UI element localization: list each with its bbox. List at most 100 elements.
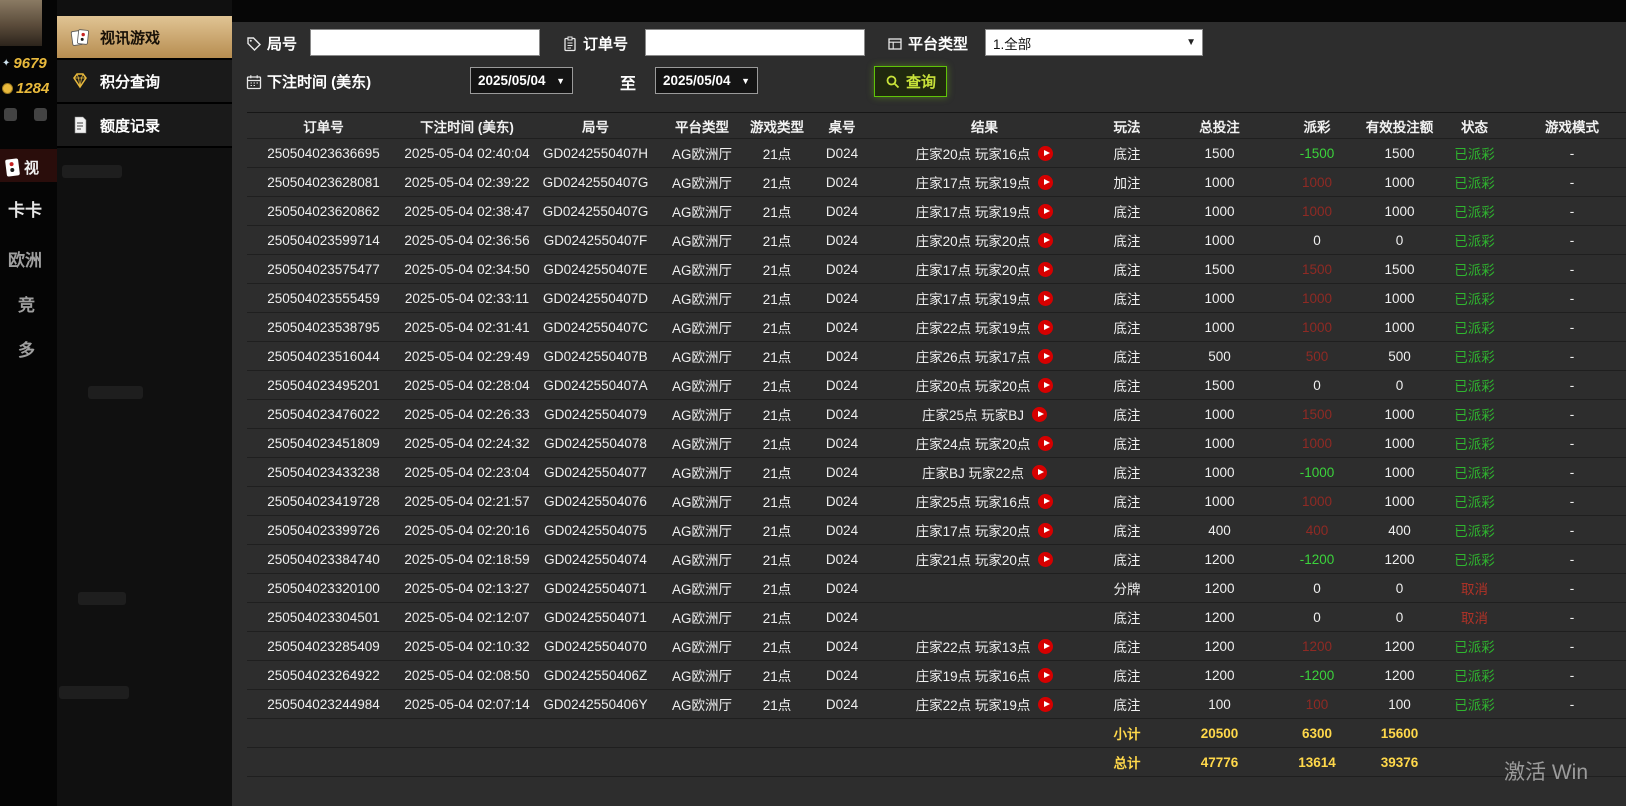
play-video-icon[interactable] [1038, 493, 1054, 509]
cell-game-mode: - [1569, 377, 1575, 393]
play-video-icon[interactable] [1038, 261, 1054, 277]
cell-bet-time: 2025-05-04 02:18:59 [404, 551, 530, 567]
round-no-input[interactable] [310, 29, 540, 56]
table-row: 250504023399726 2025-05-04 02:20:16 GD02… [247, 516, 1626, 545]
cell-game-type: 21点 [762, 669, 792, 684]
cell-status: 已派彩 [1454, 292, 1495, 307]
play-video-icon[interactable] [1038, 435, 1054, 451]
cell-total-bet: 1200 [1204, 551, 1235, 567]
platform-list-icon [888, 37, 902, 50]
round-no-label-group: 局号 [246, 33, 297, 54]
play-video-icon[interactable] [1038, 696, 1054, 712]
play-video-icon[interactable] [1038, 232, 1054, 248]
search-button-label: 查询 [906, 74, 937, 91]
cell-status: 已派彩 [1454, 408, 1495, 423]
cell-table-no: D024 [825, 696, 859, 712]
subtotal-payout: 6300 [1301, 725, 1333, 741]
play-video-icon[interactable] [1038, 174, 1054, 190]
play-video-icon[interactable] [1038, 319, 1054, 335]
cell-game-type: 21点 [762, 408, 792, 423]
sidebar-item-points-query[interactable]: 积分查询 [57, 60, 232, 104]
cell-total-bet: 1500 [1204, 145, 1235, 161]
play-video-icon[interactable] [1038, 377, 1054, 393]
cell-order-no: 250504023575477 [267, 261, 380, 277]
cell-table-no: D024 [825, 145, 859, 161]
table-row: 250504023433238 2025-05-04 02:23:04 GD02… [247, 458, 1626, 487]
play-video-icon[interactable] [1038, 203, 1054, 219]
play-video-icon[interactable] [1038, 551, 1054, 567]
cell-play-type: 底注 [1113, 495, 1141, 510]
lobby-mini-icon [34, 108, 47, 121]
cell-order-no: 250504023304501 [267, 609, 380, 625]
cell-status: 已派彩 [1454, 234, 1495, 249]
lobby-mini-icon [4, 108, 17, 121]
play-video-icon[interactable] [1038, 667, 1054, 683]
header-play-type: 玩法 [1113, 119, 1141, 135]
cell-status: 已派彩 [1454, 205, 1495, 220]
play-video-icon[interactable] [1038, 522, 1054, 538]
cell-game-type: 21点 [762, 437, 792, 452]
cell-round-no: GD02425504071 [544, 609, 647, 625]
sidebar-item-video-games[interactable]: 视讯游戏 [57, 16, 232, 60]
cell-order-no: 250504023384740 [267, 551, 380, 567]
cell-play-type: 底注 [1113, 321, 1141, 336]
table-row: 250504023495201 2025-05-04 02:28:04 GD02… [247, 371, 1626, 400]
table-row: 250504023285409 2025-05-04 02:10:32 GD02… [247, 632, 1626, 661]
table-row: 250504023516044 2025-05-04 02:29:49 GD02… [247, 342, 1626, 371]
play-video-icon[interactable] [1038, 145, 1054, 161]
cell-bet-time: 2025-05-04 02:23:04 [404, 464, 530, 480]
cell-bet-time: 2025-05-04 02:24:32 [404, 435, 530, 451]
cell-total-bet: 1000 [1204, 203, 1235, 219]
cell-game-mode: - [1569, 464, 1575, 480]
cell-table-no: D024 [825, 551, 859, 567]
diamond-icon [73, 73, 87, 89]
cell-result: 庄家20点 玩家20点 [877, 230, 1092, 250]
play-video-icon[interactable] [1032, 406, 1048, 422]
order-no-label-group: 订单号 [562, 33, 628, 54]
cell-play-type: 底注 [1113, 698, 1141, 713]
grand-total-payout: 13614 [1298, 754, 1336, 770]
cell-round-no: GD0242550406Z [543, 667, 648, 683]
cell-bet-time: 2025-05-04 02:33:11 [404, 290, 530, 306]
cell-game-mode: - [1569, 638, 1575, 654]
cell-table-no: D024 [825, 580, 859, 596]
play-video-icon[interactable] [1038, 348, 1054, 364]
play-video-icon[interactable] [1032, 464, 1048, 480]
date-from-dropdown[interactable]: 2025/05/04 ▼ [470, 67, 573, 94]
cell-platform: AG欧洲厅 [671, 350, 732, 365]
grand-total-total-bet: 47776 [1200, 754, 1239, 770]
cell-play-type: 底注 [1113, 350, 1141, 365]
cell-platform: AG欧洲厅 [671, 466, 732, 481]
sidebar-item-label: 视讯游戏 [100, 29, 161, 47]
cell-payout: 1000 [1301, 435, 1333, 451]
cell-game-type: 21点 [762, 466, 792, 481]
cell-valid-bet: 1200 [1384, 638, 1415, 654]
sidebar-item-quota-records[interactable]: 额度记录 [57, 104, 232, 148]
date-from-value: 2025/05/04 [478, 73, 546, 88]
cell-table-no: D024 [825, 377, 859, 393]
subtotal-row: 小计 20500 6300 15600 [247, 719, 1626, 748]
cell-result: 庄家22点 玩家19点 [877, 694, 1092, 714]
cell-round-no: GD0242550407G [542, 203, 649, 219]
result-text: 庄家19点 玩家16点 [915, 669, 1031, 684]
cell-valid-bet: 0 [1395, 377, 1404, 393]
cell-bet-time: 2025-05-04 02:40:04 [404, 145, 530, 161]
cell-round-no: GD0242550407E [543, 261, 648, 277]
cell-bet-time: 2025-05-04 02:10:32 [404, 638, 530, 654]
play-video-icon[interactable] [1038, 638, 1054, 654]
search-button[interactable]: 查询 [874, 66, 948, 97]
cell-payout: 1500 [1301, 261, 1333, 277]
cell-round-no: GD02425504075 [544, 522, 647, 538]
cell-order-no: 250504023555459 [267, 290, 380, 306]
cell-status: 已派彩 [1454, 321, 1495, 336]
play-video-icon[interactable] [1038, 290, 1054, 306]
result-text: 庄家25点 玩家16点 [915, 495, 1031, 510]
cell-game-mode: - [1569, 174, 1575, 190]
date-to-dropdown[interactable]: 2025/05/04 ▼ [655, 67, 758, 94]
cards-icon [5, 158, 20, 177]
platform-type-select[interactable]: 1.全部 ▼ [985, 29, 1203, 56]
order-no-input[interactable] [645, 29, 865, 56]
subtotal-valid-bet: 15600 [1380, 725, 1419, 741]
cell-platform: AG欧洲厅 [671, 437, 732, 452]
cell-payout: 0 [1313, 609, 1321, 625]
